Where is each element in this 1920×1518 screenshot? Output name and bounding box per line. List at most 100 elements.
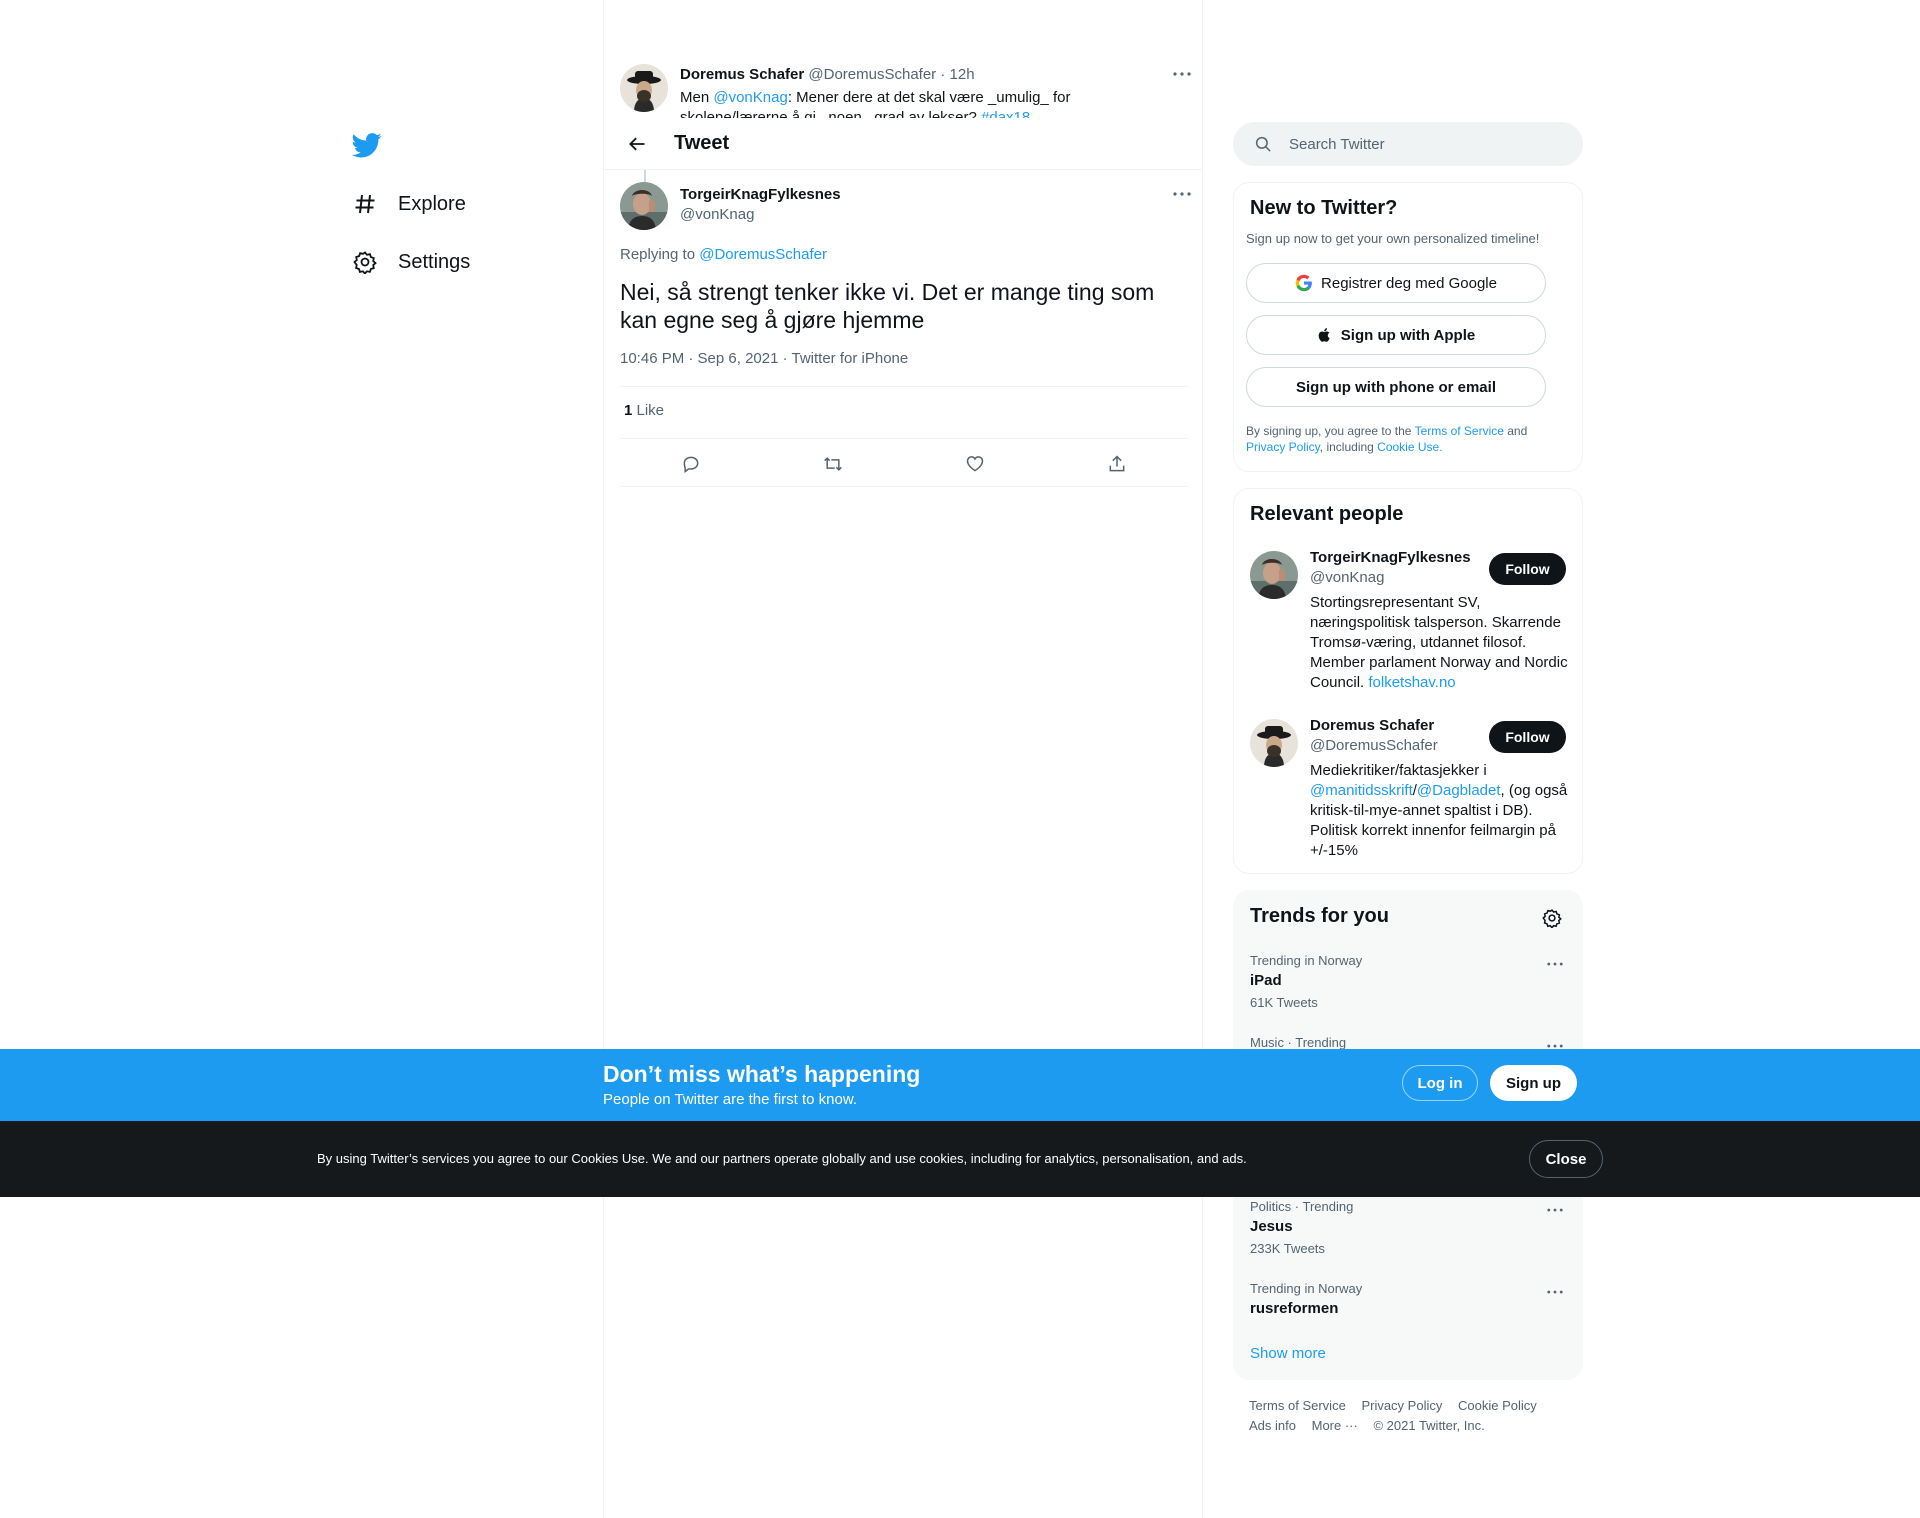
replying-to-link[interactable]: @DoremusSchafer [699,246,827,263]
card-title: Relevant people [1250,503,1404,525]
parent-tweet-text: Men @vonKnag: Mener dere at det skal vær… [680,88,1180,118]
back-arrow-icon[interactable] [620,127,654,161]
like-label: Like [632,402,665,419]
trend-count: 61K Tweets [1250,995,1318,1010]
nav-item-settings[interactable]: Settings [352,244,470,280]
cookie-use-link[interactable]: Cookie Use. [1377,440,1442,454]
main-column: Doremus Schafer @DoremusSchafer · 12h Me… [603,0,1203,1518]
apple-signup-button[interactable]: Sign up with Apple [1246,315,1546,355]
signup-legal-text: By signing up, you agree to the Terms of… [1246,423,1566,455]
apple-icon [1317,326,1333,344]
login-button[interactable]: Log in [1402,1065,1478,1101]
gear-icon[interactable] [1539,905,1565,931]
person-bio: Stortingsrepresentant SV, næringspolitis… [1310,593,1570,693]
more-options-icon[interactable] [1544,1199,1566,1221]
trend-item[interactable]: Politics · Trending Jesus 233K Tweets [1250,1199,1566,1256]
privacy-link[interactable]: Privacy Policy [1246,440,1320,454]
phone-email-signup-button[interactable]: Sign up with phone or email [1246,367,1546,407]
card-title: New to Twitter? [1250,197,1398,219]
signup-banner: Don’t miss what’s happening People on Tw… [0,1049,1920,1121]
nav-label-settings: Settings [398,250,471,273]
nav-item-explore[interactable]: Explore [352,186,466,222]
relevant-people-card: Relevant people TorgeirKnagFylkesnes @vo… [1233,488,1583,874]
show-more-link[interactable]: Show more [1250,1345,1326,1362]
trend-name: Jesus [1250,1218,1293,1235]
avatar[interactable] [620,182,668,230]
reply-icon[interactable] [674,447,708,481]
author-name[interactable]: TorgeirKnagFylkesnes [680,186,841,203]
person-name[interactable]: TorgeirKnagFylkesnes [1310,549,1471,566]
like-heart-icon[interactable] [958,447,992,481]
mention-link[interactable]: @Dagbladet [1417,782,1501,799]
share-icon[interactable] [1100,447,1134,481]
follow-button[interactable]: Follow [1489,553,1566,585]
author-handle[interactable]: @DoremusSchafer [808,66,936,83]
terms-link[interactable]: Terms of Service [1415,424,1504,438]
avatar[interactable] [1250,719,1298,767]
footer-links: Terms of Service Privacy Policy Cookie P… [1249,1396,1579,1436]
retweet-icon[interactable] [816,447,850,481]
more-options-icon[interactable] [1544,1281,1566,1303]
footer-ads-link[interactable]: Ads info [1249,1418,1296,1433]
trend-name: iPad [1250,972,1282,989]
legal-text: and [1503,424,1528,438]
replying-to: Replying to @DoremusSchafer [620,246,827,263]
search-input[interactable] [1289,135,1549,153]
person-name[interactable]: Doremus Schafer [1310,717,1434,734]
trend-count: 233K Tweets [1250,1241,1325,1256]
footer-terms-link[interactable]: Terms of Service [1249,1398,1346,1413]
bio-link[interactable]: folketshav.no [1368,674,1455,691]
gear-icon [352,249,378,275]
trend-context: Trending in Norway [1250,953,1363,968]
trend-context: Trending in Norway [1250,1281,1363,1296]
parent-tweet[interactable]: Doremus Schafer @DoremusSchafer · 12h Me… [620,64,1188,118]
person-handle[interactable]: @DoremusSchafer [1310,737,1438,754]
follow-button[interactable]: Follow [1489,721,1566,753]
close-button[interactable]: Close [1529,1140,1603,1178]
person-handle[interactable]: @vonKnag [1310,569,1384,586]
more-options-icon[interactable] [1544,953,1566,975]
apple-signup-label: Sign up with Apple [1340,326,1476,344]
mention-link[interactable]: @vonKnag [713,89,787,106]
parent-tweet-meta: Doremus Schafer @DoremusSchafer · 12h [680,66,975,83]
divider [620,486,1188,487]
google-signup-label: Registrer deg med Google [1321,274,1497,292]
trend-item[interactable]: Trending in Norway rusreformen [1250,1281,1566,1317]
card-subtitle: Sign up now to get your own personalized… [1246,231,1540,246]
twitter-logo-icon[interactable] [351,130,382,160]
more-options-icon[interactable] [1171,183,1193,205]
tweet-timestamp[interactable]: 10:46 PM · Sep 6, 2021 · Twitter for iPh… [620,350,908,367]
trend-item[interactable]: Music · Trending [1250,1035,1566,1050]
footer-more-link[interactable]: More ··· [1312,1418,1358,1433]
google-icon [1295,274,1313,292]
cookie-notice-text: By using Twitter’s services you agree to… [317,1151,1247,1166]
google-signup-button[interactable]: Registrer deg med Google [1246,263,1546,303]
footer-cookie-link[interactable]: Cookie Policy [1458,1398,1537,1413]
tweet-text: Nei, så strengt tenker ikke vi. Det er m… [620,279,1155,333]
person-bio: Mediekritiker/faktasjekker i @manitidssk… [1310,761,1570,861]
tweet-header: Tweet [604,118,1202,170]
legal-text: , including [1319,440,1378,454]
copyright: © 2021 Twitter, Inc. [1373,1418,1485,1433]
author-name[interactable]: Doremus Schafer [680,66,804,83]
avatar[interactable] [1250,551,1298,599]
likes-count[interactable]: 1 Like [624,402,664,419]
search-bar[interactable] [1233,122,1583,166]
cookie-banner: By using Twitter’s services you agree to… [0,1121,1920,1197]
banner-title: Don’t miss what’s happening [603,1061,921,1087]
signup-button[interactable]: Sign up [1490,1065,1577,1101]
search-icon [1253,134,1273,154]
mention-link[interactable]: @manitidsskrift [1310,782,1413,799]
text-segment: Men [680,89,714,106]
thread-connector [644,170,646,182]
avatar[interactable] [620,64,668,112]
tweet-actions [620,444,1188,484]
trend-context: Politics · Trending [1250,1199,1354,1214]
author-handle[interactable]: @vonKnag [680,206,754,223]
more-options-icon[interactable] [1171,63,1193,85]
divider [620,438,1188,439]
hashtag-link[interactable]: #dax18 [981,109,1030,118]
trend-item[interactable]: Trending in Norway iPad 61K Tweets [1250,953,1566,1010]
footer-privacy-link[interactable]: Privacy Policy [1361,1398,1442,1413]
timestamp[interactable]: · 12h [940,66,974,83]
